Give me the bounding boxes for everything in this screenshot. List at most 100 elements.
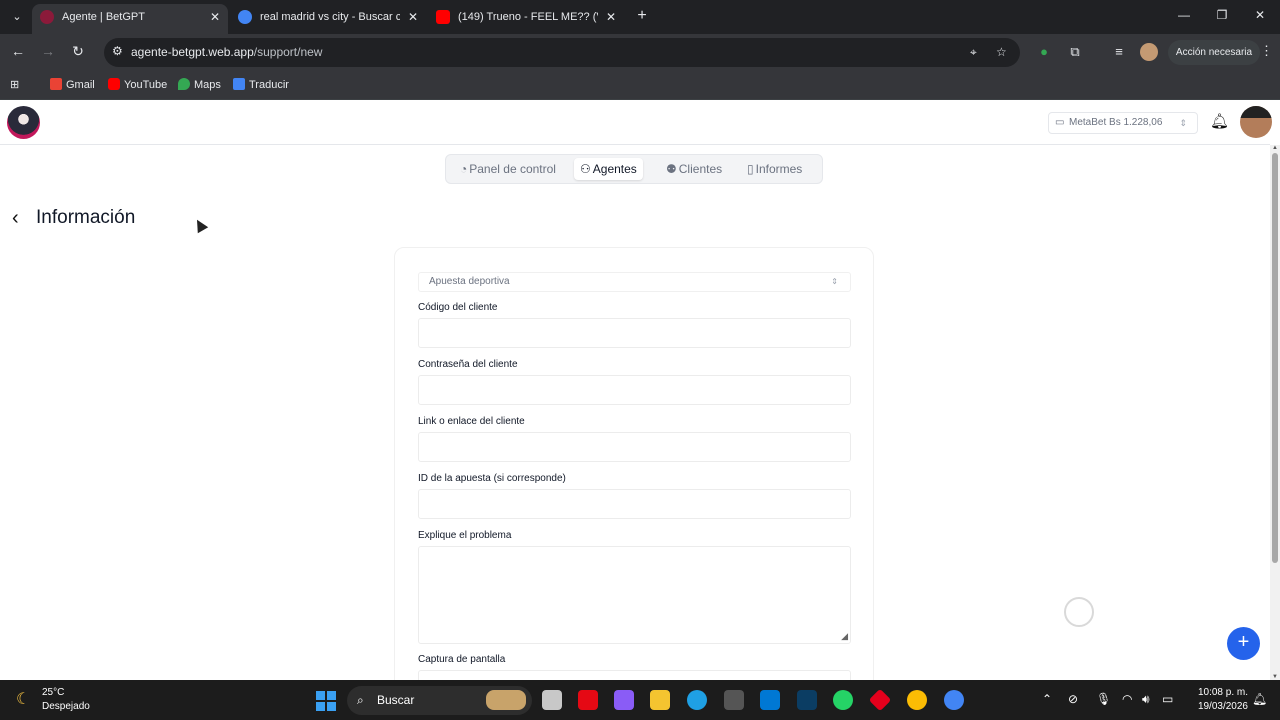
taskbar-search[interactable]: ⌕ Buscar <box>347 686 532 715</box>
profile-avatar-icon[interactable] <box>1140 43 1158 61</box>
bookmark-label: Gmail <box>66 79 95 91</box>
balance-selector[interactable]: ▭ MetaBet Bs 1.228,06 ⇕ <box>1048 112 1198 134</box>
browser-toolbar: ← → ↻ ⚙ agente-betgpt.web.app/support/ne… <box>0 34 1280 72</box>
clock-date[interactable]: 19/03/2026 <box>1186 701 1248 712</box>
notification-bell-icon[interactable]: 🔔︎ <box>1210 112 1229 130</box>
add-button[interactable]: + <box>1227 627 1260 660</box>
chrome-icon[interactable] <box>907 690 927 710</box>
client-password-input[interactable] <box>418 375 851 405</box>
apps-grid-icon[interactable]: ⊞ <box>10 78 19 91</box>
issue-type-select[interactable]: Apuesta deportiva ⇕ <box>418 272 851 292</box>
clock-time[interactable]: 10:08 p. m. <box>1186 687 1248 698</box>
tray-chevron-icon[interactable]: ⌃ <box>1042 692 1052 706</box>
scrollbar-thumb[interactable] <box>1272 153 1278 563</box>
client-code-label: Código del cliente <box>418 302 498 313</box>
file-explorer-icon[interactable] <box>650 690 670 710</box>
tab-agentes[interactable]: ⚇ Agentes <box>574 158 643 180</box>
back-icon[interactable]: ← <box>8 43 28 59</box>
tab-label: Informes <box>755 162 803 176</box>
extensions-puzzle-icon[interactable]: ⧉ <box>1066 44 1084 60</box>
task-view-icon[interactable] <box>542 690 562 710</box>
store-icon[interactable] <box>760 690 780 710</box>
volume-icon[interactable]: 🔊︎ <box>1142 692 1150 707</box>
reload-icon[interactable]: ↻ <box>68 43 88 60</box>
tab-label: Agentes <box>592 162 637 176</box>
url-host: agente-betgpt.web.app <box>131 45 254 59</box>
url-path: /support/new <box>253 45 323 59</box>
wifi-icon[interactable]: ◠ <box>1122 692 1132 706</box>
bookmark-translate[interactable]: Traducir <box>233 78 289 91</box>
netflix-icon[interactable] <box>578 690 598 710</box>
gauge-icon: ◔ <box>460 162 468 176</box>
whatsapp-icon[interactable] <box>833 690 853 710</box>
battery-icon[interactable]: ▭ <box>1162 692 1173 706</box>
windows-start-icon[interactable] <box>316 691 336 711</box>
tab-label: Panel de control <box>469 162 556 176</box>
chrome-profile-icon[interactable] <box>944 690 964 710</box>
browser-menu-icon[interactable]: ⋮ <box>1260 43 1273 59</box>
problem-textarea[interactable]: ◢ <box>418 546 851 644</box>
edge-icon[interactable] <box>687 690 707 710</box>
location-icon[interactable]: ⌖ <box>970 45 977 60</box>
minimize-icon[interactable]: — <box>1174 8 1194 22</box>
tab-panel-de-control[interactable]: ◔ Panel de control <box>454 158 562 180</box>
bookmark-maps[interactable]: Maps <box>178 78 221 91</box>
tab-title: real madrid vs city - Buscar con <box>260 11 400 23</box>
betgpt-logo[interactable] <box>7 106 40 139</box>
client-link-input[interactable] <box>418 432 851 462</box>
app-red-diamond-icon[interactable] <box>868 688 892 712</box>
site-info-icon[interactable]: ⚙ <box>112 44 123 58</box>
close-tab-icon[interactable]: ✕ <box>606 4 616 30</box>
bookmark-label: Traducir <box>249 79 289 91</box>
close-tab-icon[interactable]: ✕ <box>408 4 418 30</box>
forward-icon[interactable]: → <box>38 43 58 59</box>
page-scrollbar[interactable]: ▲ ▼ <box>1270 145 1280 680</box>
page-title: Información <box>36 207 136 228</box>
weather-temperature[interactable]: 25°C <box>42 687 64 698</box>
close-window-icon[interactable]: ✕ <box>1250 8 1270 22</box>
resize-handle-icon[interactable]: ◢ <box>841 631 848 642</box>
translate-icon <box>233 78 245 90</box>
notifications-icon[interactable]: 🔔︎ <box>1252 692 1267 706</box>
weather-description[interactable]: Despejado <box>42 701 90 712</box>
users-icon: ⚉ <box>666 162 677 176</box>
back-chevron-icon[interactable]: ‹ <box>12 207 19 230</box>
url-text[interactable]: agente-betgpt.web.app/support/new <box>131 45 322 59</box>
browser-tab-bar: ⌄ Agente | BetGPT ✕ real madrid vs city … <box>0 0 1280 34</box>
close-tab-icon[interactable]: ✕ <box>210 4 220 30</box>
copilot-icon[interactable] <box>614 690 634 710</box>
microphone-icon[interactable]: 🎙︎ <box>1096 692 1111 706</box>
extension-green-icon[interactable]: ● <box>1035 44 1053 59</box>
bet-id-input[interactable] <box>418 489 851 519</box>
tab-search-icon[interactable]: ⌄ <box>6 6 28 28</box>
media-controls-icon[interactable]: ≡ <box>1110 44 1128 59</box>
tab-informes[interactable]: ▯ Informes <box>741 158 808 180</box>
client-link-label: Link o enlace del cliente <box>418 416 525 427</box>
screenshot-label: Captura de pantalla <box>418 654 506 665</box>
bookmark-youtube[interactable]: YouTube <box>108 78 167 91</box>
action-needed-button[interactable]: Acción necesaria <box>1168 40 1260 65</box>
browser-tab-youtube[interactable]: (149) Trueno - FEEL ME?? (Vide ✕ <box>428 4 624 34</box>
disney-icon[interactable] <box>797 690 817 710</box>
vpn-off-icon[interactable]: ⊘ <box>1068 692 1078 706</box>
mouse-cursor-icon <box>191 216 209 234</box>
address-bar[interactable]: ⚙ agente-betgpt.web.app/support/new ⌖ ☆ <box>104 38 1020 67</box>
chevron-updown-icon: ⇕ <box>1179 118 1187 128</box>
bookmark-star-icon[interactable]: ☆ <box>996 45 1007 59</box>
google-favicon-icon <box>238 10 252 24</box>
client-code-input[interactable] <box>418 318 851 348</box>
moon-weather-icon[interactable]: ☾ <box>16 689 30 709</box>
settings-icon[interactable] <box>724 690 744 710</box>
restore-icon[interactable]: ❐ <box>1212 8 1232 22</box>
browser-tab-google[interactable]: real madrid vs city - Buscar con ✕ <box>230 4 426 34</box>
tab-title: Agente | BetGPT <box>62 11 145 23</box>
new-tab-icon[interactable]: + <box>632 7 652 25</box>
maps-icon <box>178 78 190 90</box>
client-password-label: Contraseña del cliente <box>418 359 518 370</box>
tab-clientes[interactable]: ⚉ Clientes <box>660 158 728 180</box>
bookmark-gmail[interactable]: Gmail <box>50 78 95 91</box>
browser-tab-betgpt[interactable]: Agente | BetGPT ✕ <box>32 4 228 34</box>
tab-title: (149) Trueno - FEEL ME?? (Vide <box>458 11 598 23</box>
user-avatar[interactable] <box>1240 106 1272 138</box>
scroll-up-icon[interactable]: ▲ <box>1270 145 1280 151</box>
